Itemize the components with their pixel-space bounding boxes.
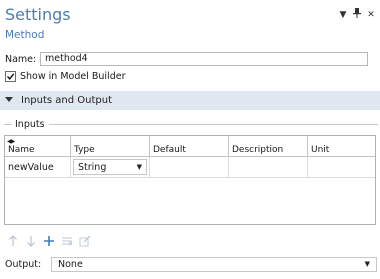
- table-header: ◀▶ Name Type Default Description Unit: [5, 136, 375, 157]
- inputs-table: ◀▶ Name Type Default Description Unit ne…: [4, 135, 376, 225]
- name-label: Name:: [5, 53, 37, 65]
- column-header-type[interactable]: Type: [71, 136, 150, 156]
- show-in-model-builder-checkbox[interactable]: [5, 71, 16, 82]
- cell-type[interactable]: String ▼: [71, 157, 150, 177]
- section-title: Inputs and Output: [21, 95, 113, 106]
- chevron-down-icon[interactable]: ▼: [338, 10, 348, 20]
- column-header-name[interactable]: ◀▶ Name: [5, 136, 71, 156]
- column-header-description[interactable]: Description: [229, 136, 308, 156]
- window-controls: ▼ ✕: [338, 8, 376, 21]
- add-icon[interactable]: [42, 234, 56, 248]
- pin-icon[interactable]: [352, 8, 362, 21]
- type-select[interactable]: String ▼: [73, 159, 147, 175]
- chevron-down-icon: ▼: [364, 260, 370, 268]
- window-subtitle: Method: [5, 29, 45, 41]
- table-toolbar: [6, 234, 92, 248]
- delete-icon[interactable]: [60, 234, 74, 248]
- cell-unit[interactable]: [308, 157, 375, 177]
- type-select-value: String: [78, 161, 107, 173]
- divider: [4, 123, 12, 125]
- show-in-model-builder-row[interactable]: Show in Model Builder: [5, 70, 125, 83]
- column-header-unit[interactable]: Unit: [308, 136, 375, 156]
- edit-icon[interactable]: [78, 234, 92, 248]
- cell-name[interactable]: newValue: [5, 157, 71, 177]
- column-header-default[interactable]: Default: [150, 136, 229, 156]
- sort-icon[interactable]: ◀▶: [7, 138, 15, 145]
- output-select[interactable]: None ▼: [51, 256, 377, 272]
- move-down-icon[interactable]: [24, 234, 38, 248]
- close-icon[interactable]: ✕: [366, 10, 376, 20]
- move-up-icon[interactable]: [6, 234, 20, 248]
- window-title: Settings: [5, 5, 71, 24]
- settings-header: Settings Method ▼ ✕: [0, 0, 380, 46]
- output-label: Output:: [5, 258, 42, 270]
- collapse-caret-icon[interactable]: [5, 95, 13, 106]
- cell-description[interactable]: [229, 157, 308, 177]
- show-in-model-builder-label: Show in Model Builder: [20, 71, 126, 82]
- table-row[interactable]: newValue String ▼: [5, 157, 375, 178]
- name-row: Name: method4: [5, 52, 377, 66]
- inputs-group-label: Inputs: [15, 118, 45, 130]
- name-input[interactable]: method4: [40, 52, 368, 66]
- output-select-value: None: [58, 258, 83, 270]
- chevron-down-icon: ▼: [136, 163, 142, 171]
- inputs-group: Inputs: [4, 118, 378, 130]
- output-row: Output: None ▼: [5, 256, 377, 272]
- divider: [48, 123, 378, 125]
- checkmark-icon: [6, 73, 15, 80]
- cell-default[interactable]: [150, 157, 229, 177]
- inputs-output-section-header[interactable]: Inputs and Output: [0, 91, 380, 110]
